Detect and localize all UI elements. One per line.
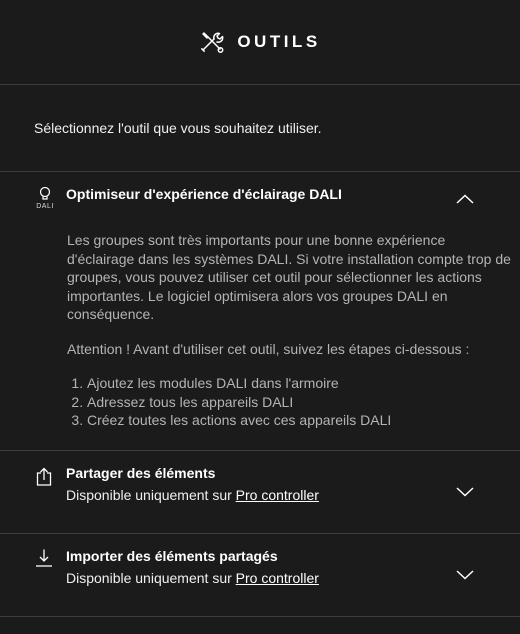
dali-paragraph-1: Les groupes sont très importants pour un… bbox=[67, 232, 511, 322]
list-item: Créez toutes les actions avec ces appare… bbox=[87, 411, 514, 430]
section-import[interactable]: Importer des éléments partagés Disponibl… bbox=[0, 534, 520, 617]
download-icon bbox=[36, 549, 52, 567]
page-title: OUTILS bbox=[237, 32, 321, 51]
import-availability: Disponible uniquement sur Pro controller bbox=[66, 570, 319, 586]
pro-controller-link[interactable]: Pro controller bbox=[236, 570, 319, 586]
section-title-dali[interactable]: Optimiseur d'expérience d'éclairage DALI bbox=[66, 186, 342, 202]
dali-bulb-icon: DALI bbox=[34, 186, 56, 210]
share-availability: Disponible uniquement sur Pro controller bbox=[66, 487, 319, 503]
section-title-share[interactable]: Partager des éléments bbox=[66, 465, 215, 481]
share-icon bbox=[36, 467, 52, 486]
availability-text: Disponible uniquement sur bbox=[66, 487, 232, 503]
page-header: OUTILS bbox=[0, 0, 520, 85]
section-share[interactable]: Partager des éléments Disponible uniquem… bbox=[0, 451, 520, 534]
intro-text: Sélectionnez l'outil que vous souhaitez … bbox=[0, 85, 520, 172]
list-item: Adressez tous les appareils DALI bbox=[87, 393, 514, 412]
list-item: Ajoutez les modules DALI dans l'armoire bbox=[87, 374, 514, 393]
tools-icon bbox=[201, 32, 224, 53]
dali-steps-list: Ajoutez les modules DALI dans l'armoire … bbox=[67, 374, 514, 430]
availability-text: Disponible uniquement sur bbox=[66, 570, 232, 586]
dali-paragraph-2: Attention ! Avant d'utiliser cet outil, … bbox=[67, 340, 470, 357]
dali-description: Les groupes sont très importants pour un… bbox=[67, 231, 514, 430]
chevron-up-icon[interactable] bbox=[456, 194, 474, 204]
chevron-down-icon[interactable] bbox=[456, 487, 474, 497]
chevron-down-icon[interactable] bbox=[456, 570, 474, 580]
section-title-import[interactable]: Importer des éléments partagés bbox=[66, 548, 278, 564]
section-dali-optimizer: DALI Optimiseur d'expérience d'éclairage… bbox=[0, 172, 520, 451]
dali-icon-label: DALI bbox=[36, 203, 54, 210]
pro-controller-link[interactable]: Pro controller bbox=[236, 487, 319, 503]
